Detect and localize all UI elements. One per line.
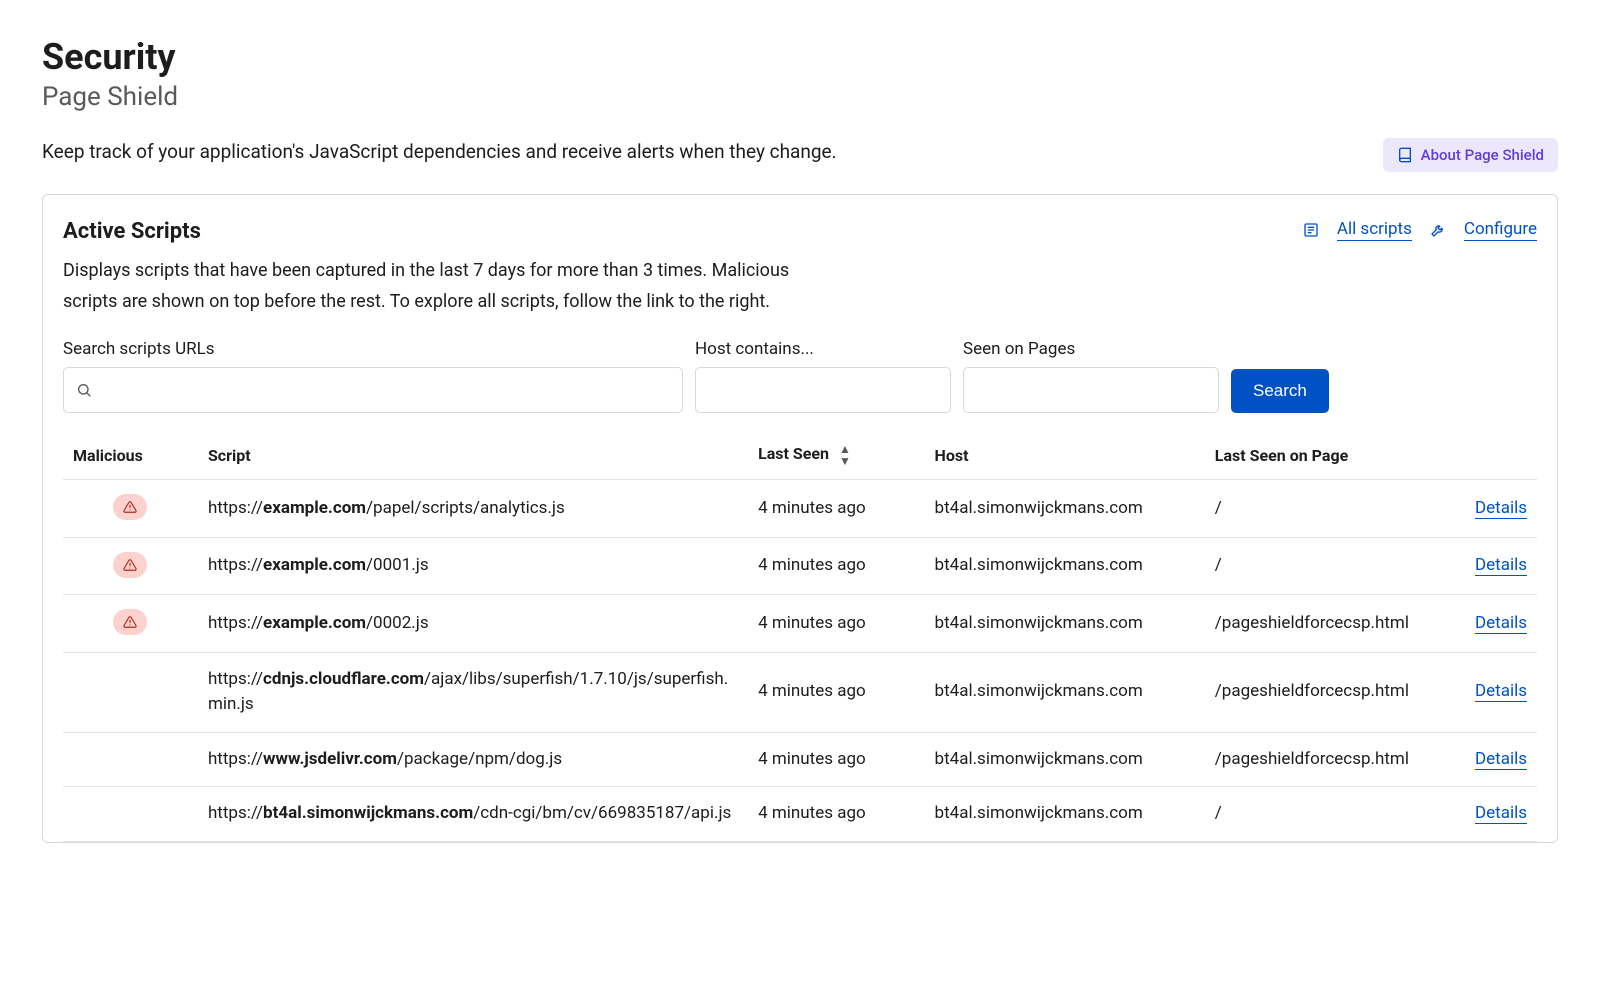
cell-last-seen-page: / bbox=[1205, 537, 1433, 595]
cell-malicious bbox=[63, 652, 198, 732]
search-icon bbox=[76, 382, 92, 398]
table-row: https://bt4al.simonwijckmans.com/cdn-cgi… bbox=[63, 787, 1537, 842]
cell-malicious bbox=[63, 595, 198, 653]
host-contains-label: Host contains... bbox=[695, 339, 951, 359]
cell-last-seen-page: /pageshieldforcecsp.html bbox=[1205, 732, 1433, 787]
search-scripts-input[interactable] bbox=[100, 380, 670, 400]
page-title: Security bbox=[42, 36, 1558, 78]
about-page-shield-chip[interactable]: About Page Shield bbox=[1383, 138, 1558, 172]
host-contains-input[interactable] bbox=[708, 380, 938, 400]
cell-malicious bbox=[63, 537, 198, 595]
cell-host: bt4al.simonwijckmans.com bbox=[925, 595, 1205, 653]
cell-script: https://example.com/0001.js bbox=[198, 537, 748, 595]
table-row: https://example.com/0001.js4 minutes ago… bbox=[63, 537, 1537, 595]
search-scripts-label: Search scripts URLs bbox=[63, 339, 683, 359]
cell-malicious bbox=[63, 732, 198, 787]
search-scripts-input-wrap[interactable] bbox=[63, 367, 683, 413]
cell-script: https://www.jsdelivr.com/package/npm/dog… bbox=[198, 732, 748, 787]
cell-details: Details bbox=[1433, 537, 1537, 595]
cell-details: Details bbox=[1433, 787, 1537, 842]
cell-host: bt4al.simonwijckmans.com bbox=[925, 652, 1205, 732]
all-scripts-link[interactable]: All scripts bbox=[1337, 219, 1412, 241]
cell-last-seen-page: / bbox=[1205, 787, 1433, 842]
wrench-icon bbox=[1430, 222, 1446, 238]
cell-details: Details bbox=[1433, 480, 1537, 538]
col-last-seen-page: Last Seen on Page bbox=[1205, 431, 1433, 480]
cell-host: bt4al.simonwijckmans.com bbox=[925, 537, 1205, 595]
cell-host: bt4al.simonwijckmans.com bbox=[925, 480, 1205, 538]
cell-details: Details bbox=[1433, 732, 1537, 787]
details-link[interactable]: Details bbox=[1475, 555, 1527, 576]
active-scripts-card: Active Scripts Displays scripts that hav… bbox=[42, 194, 1558, 843]
cell-details: Details bbox=[1433, 652, 1537, 732]
details-link[interactable]: Details bbox=[1475, 803, 1527, 824]
cell-malicious bbox=[63, 480, 198, 538]
cell-details: Details bbox=[1433, 595, 1537, 653]
malicious-warning-icon bbox=[113, 552, 147, 578]
cell-last-seen: 4 minutes ago bbox=[748, 652, 924, 732]
table-row: https://cdnjs.cloudflare.com/ajax/libs/s… bbox=[63, 652, 1537, 732]
col-last-seen[interactable]: Last Seen ▲▼ bbox=[748, 431, 924, 480]
cell-last-seen-page: /pageshieldforcecsp.html bbox=[1205, 595, 1433, 653]
seen-on-pages-label: Seen on Pages bbox=[963, 339, 1219, 359]
malicious-warning-icon bbox=[113, 609, 147, 635]
col-host: Host bbox=[925, 431, 1205, 480]
table-row: https://www.jsdelivr.com/package/npm/dog… bbox=[63, 732, 1537, 787]
scripts-table: Malicious Script Last Seen ▲▼ Host Last … bbox=[63, 431, 1537, 842]
configure-link[interactable]: Configure bbox=[1464, 219, 1537, 241]
page-subtitle: Page Shield bbox=[42, 82, 1558, 112]
cell-last-seen: 4 minutes ago bbox=[748, 480, 924, 538]
table-row: https://example.com/0002.js4 minutes ago… bbox=[63, 595, 1537, 653]
cell-last-seen: 4 minutes ago bbox=[748, 732, 924, 787]
details-link[interactable]: Details bbox=[1475, 749, 1527, 770]
table-row: https://example.com/papel/scripts/analyt… bbox=[63, 480, 1537, 538]
about-page-shield-label: About Page Shield bbox=[1421, 146, 1544, 164]
host-contains-input-wrap[interactable] bbox=[695, 367, 951, 413]
cell-script: https://bt4al.simonwijckmans.com/cdn-cgi… bbox=[198, 787, 748, 842]
cell-host: bt4al.simonwijckmans.com bbox=[925, 732, 1205, 787]
card-description: Displays scripts that have been captured… bbox=[63, 256, 843, 317]
col-malicious: Malicious bbox=[63, 431, 198, 480]
book-icon bbox=[1397, 147, 1413, 163]
cell-last-seen-page: / bbox=[1205, 480, 1433, 538]
seen-on-pages-input[interactable] bbox=[976, 380, 1206, 400]
sort-icon: ▲▼ bbox=[839, 443, 851, 467]
cell-script: https://cdnjs.cloudflare.com/ajax/libs/s… bbox=[198, 652, 748, 732]
cell-host: bt4al.simonwijckmans.com bbox=[925, 787, 1205, 842]
search-button[interactable]: Search bbox=[1231, 369, 1329, 413]
page-intro: Keep track of your application's JavaScr… bbox=[42, 138, 837, 167]
cell-script: https://example.com/papel/scripts/analyt… bbox=[198, 480, 748, 538]
list-icon bbox=[1303, 222, 1319, 238]
malicious-warning-icon bbox=[113, 494, 147, 520]
seen-on-pages-input-wrap[interactable] bbox=[963, 367, 1219, 413]
cell-malicious bbox=[63, 787, 198, 842]
card-title: Active Scripts bbox=[63, 219, 843, 244]
col-script: Script bbox=[198, 431, 748, 480]
cell-last-seen: 4 minutes ago bbox=[748, 787, 924, 842]
details-link[interactable]: Details bbox=[1475, 613, 1527, 634]
cell-last-seen-page: /pageshieldforcecsp.html bbox=[1205, 652, 1433, 732]
cell-last-seen: 4 minutes ago bbox=[748, 537, 924, 595]
details-link[interactable]: Details bbox=[1475, 681, 1527, 702]
details-link[interactable]: Details bbox=[1475, 498, 1527, 519]
col-last-seen-label: Last Seen bbox=[758, 444, 829, 463]
cell-last-seen: 4 minutes ago bbox=[748, 595, 924, 653]
cell-script: https://example.com/0002.js bbox=[198, 595, 748, 653]
